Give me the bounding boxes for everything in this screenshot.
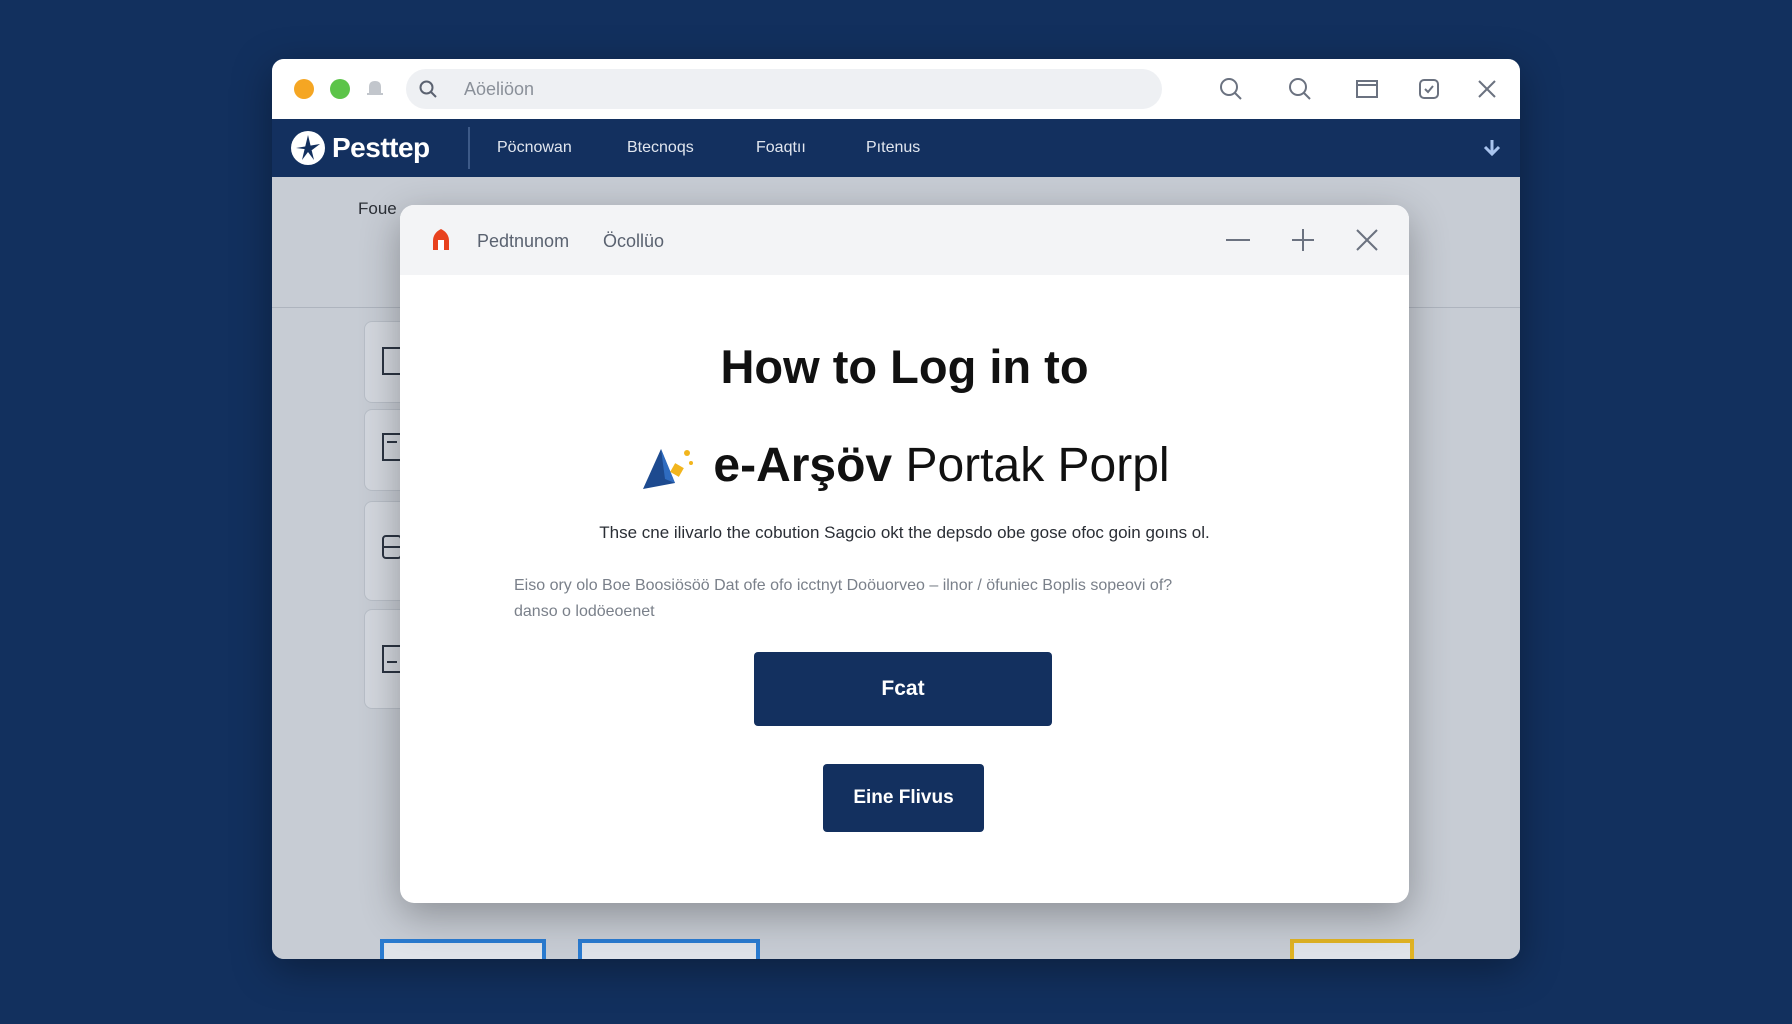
thumbnail[interactable] xyxy=(578,939,760,959)
nav-divider xyxy=(468,127,470,169)
search-icon[interactable] xyxy=(1287,76,1313,102)
window-icon[interactable] xyxy=(1354,76,1380,102)
thumbnail[interactable] xyxy=(380,939,546,959)
dialog-header: Pedtnunom Öcollüo xyxy=(400,205,1409,275)
site-navbar: Pesttep Pöcnowan Btecnoqs Foaqtıı Pıtenu… xyxy=(272,119,1520,177)
description: Eiso ory olo Boe Boosiösöö Dat ofe ofo i… xyxy=(514,573,1304,625)
brand-name[interactable]: Pesttep xyxy=(332,131,430,165)
description-line: Eiso ory olo Boe Boosiösöö Dat ofe ofo i… xyxy=(514,577,1173,594)
breadcrumb: Foue xyxy=(358,199,397,218)
maximize-window-dot[interactable] xyxy=(330,79,350,99)
add-icon[interactable] xyxy=(1288,225,1318,255)
secondary-button[interactable]: Eine Flivus xyxy=(823,764,984,832)
minimize-window-dot[interactable] xyxy=(294,79,314,99)
address-text: Aöeliöon xyxy=(464,79,535,99)
portal-name-rest: Portak Porpl xyxy=(905,439,1170,492)
close-icon[interactable] xyxy=(1474,76,1500,102)
browser-titlebar: Aöeliöon xyxy=(272,59,1520,119)
description-line: danso o lodöeoenet xyxy=(514,603,655,620)
bell-icon[interactable] xyxy=(364,77,386,99)
address-bar[interactable]: Aöeliöon xyxy=(406,69,1162,109)
primary-button[interactable]: Fcat xyxy=(754,652,1052,726)
minimize-icon[interactable] xyxy=(1223,225,1253,255)
lead-text: Thse cne ilivarlo the cobution Sagcio ok… xyxy=(599,523,1210,542)
nav-item-4[interactable]: Pıtenus xyxy=(866,139,920,157)
thumbnail[interactable] xyxy=(1290,939,1414,959)
app-logo-icon xyxy=(433,229,449,250)
download-icon[interactable] xyxy=(1482,137,1502,159)
nav-item-2[interactable]: Btecnoqs xyxy=(627,139,694,157)
login-dialog: Pedtnunom Öcollüo How to Log in to e-Arş… xyxy=(400,205,1409,903)
close-icon[interactable] xyxy=(1352,225,1382,255)
copy-icon[interactable] xyxy=(1416,76,1442,102)
search-icon xyxy=(419,80,437,98)
portal-name-bold: e-Arşöv xyxy=(713,439,893,492)
brand-logo-icon[interactable] xyxy=(290,130,326,166)
nav-item-3[interactable]: Foaqtıı xyxy=(756,139,806,157)
dialog-header-title: Pedtnunom xyxy=(477,231,570,251)
nav-item-1[interactable]: Pöcnowan xyxy=(497,139,572,157)
portal-name: e-Arşöv Portak Porpl xyxy=(713,438,1169,494)
portal-logo-icon xyxy=(643,449,694,489)
search-icon[interactable] xyxy=(1218,76,1244,102)
portal-heading: e-Arşöv Portak Porpl xyxy=(400,431,1409,501)
dialog-title: How to Log in to xyxy=(720,340,1089,393)
dialog-header-subtitle: Öcollüo xyxy=(603,231,665,251)
